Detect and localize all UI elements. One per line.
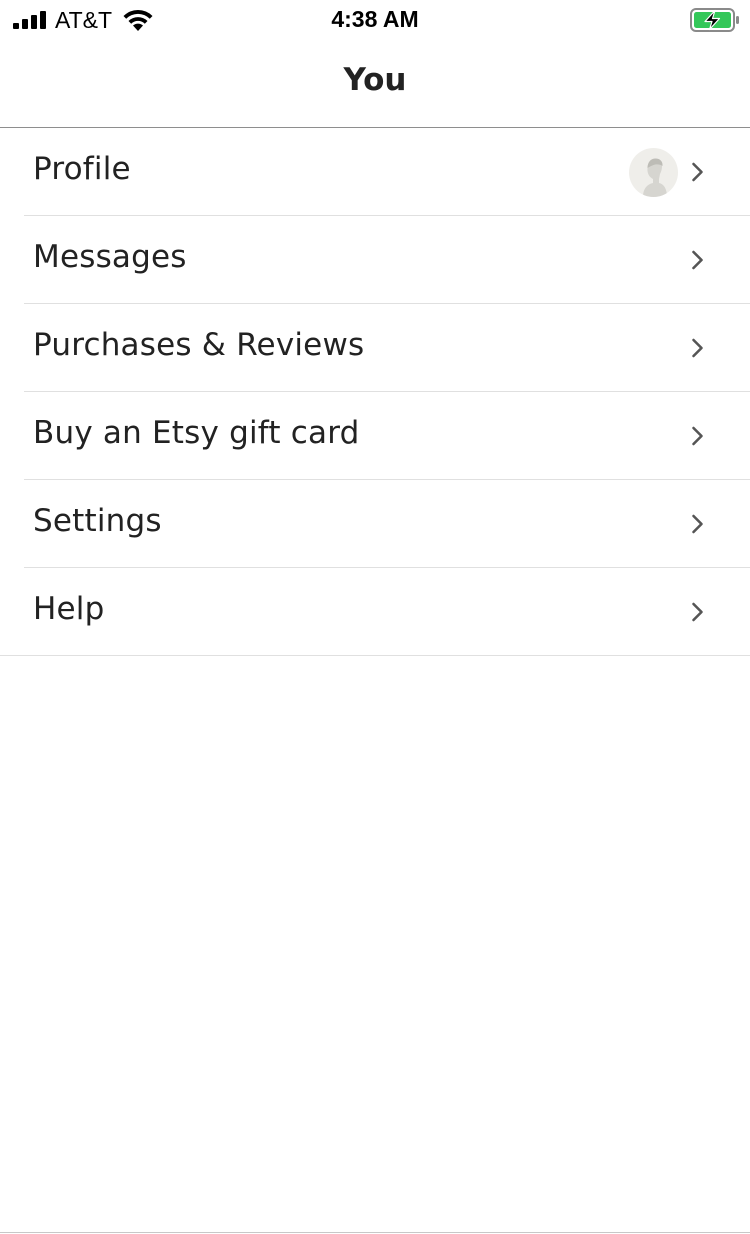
menu-item-label: Profile (33, 151, 131, 187)
clock: 4:38 AM (331, 6, 419, 32)
menu-item-settings[interactable]: Settings (0, 480, 750, 568)
menu-item-help[interactable]: Help (0, 568, 750, 656)
screen: AT&T 4:38 AM You Profile Messages Purcha… (0, 0, 750, 1234)
battery-charging-icon (690, 8, 739, 32)
menu-item-label: Messages (33, 239, 187, 275)
menu-item-profile[interactable]: Profile (0, 128, 750, 216)
menu-item-purchases-reviews[interactable]: Purchases & Reviews (0, 304, 750, 392)
nav-bar: You (0, 40, 750, 128)
menu-item-label: Buy an Etsy gift card (33, 415, 360, 451)
avatar (629, 148, 678, 197)
menu-item-label: Settings (33, 503, 162, 539)
tab-bar-divider (0, 1232, 750, 1233)
page-title: You (343, 62, 407, 98)
status-bar: AT&T 4:38 AM (0, 0, 750, 40)
chevron-right-icon (692, 602, 703, 622)
row-divider (0, 655, 750, 656)
menu-item-label: Purchases & Reviews (33, 327, 365, 363)
menu-item-label: Help (33, 591, 105, 627)
chevron-right-icon (692, 338, 703, 358)
chevron-right-icon (692, 514, 703, 534)
chevron-right-icon (692, 162, 703, 182)
chevron-right-icon (692, 426, 703, 446)
default-user-icon (643, 158, 667, 197)
menu-item-messages[interactable]: Messages (0, 216, 750, 304)
menu-list: Profile Messages Purchases & Reviews Buy… (0, 128, 750, 656)
chevron-right-icon (692, 250, 703, 270)
menu-item-gift-card[interactable]: Buy an Etsy gift card (0, 392, 750, 480)
